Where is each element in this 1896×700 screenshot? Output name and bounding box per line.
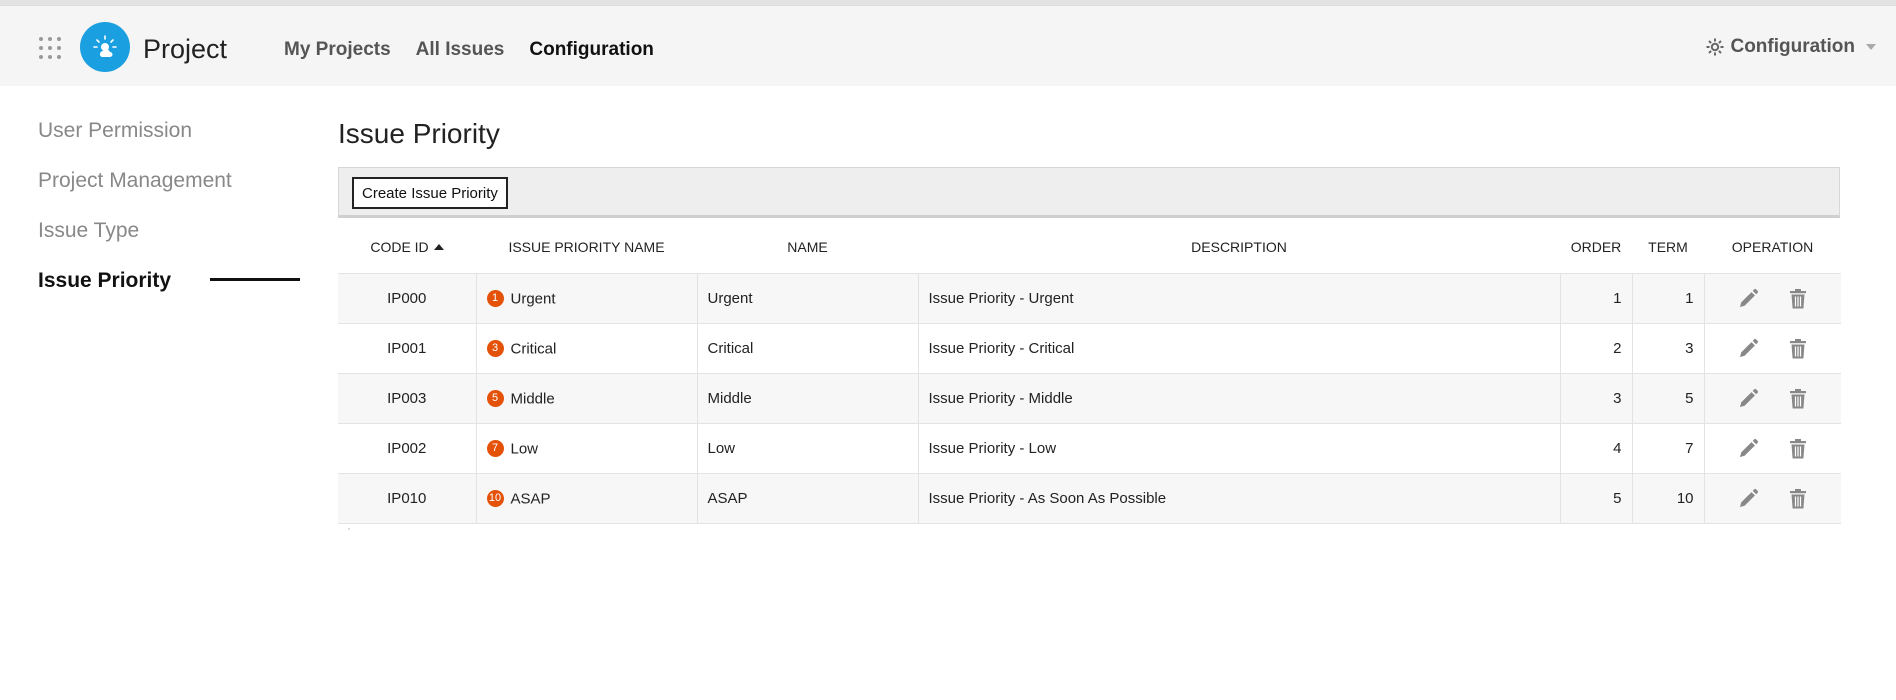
column-header-description[interactable]: DESCRIPTION [918,221,1560,274]
pencil-icon[interactable] [1736,287,1760,311]
table-row[interactable]: IP001 3 Critical Critical Issue Priority … [338,323,1841,374]
cloud-sun-logo-icon [93,35,117,57]
cell-code-id: IP002 [338,423,477,474]
table-row[interactable]: IP002 7 Low Low Issue Priority - Low 4 7 [338,423,1841,474]
nav-my-projects[interactable]: My Projects [284,39,391,61]
sidebar: User Permission Project Management Issue… [38,118,232,318]
column-header-order[interactable]: ORDER [1560,221,1632,274]
column-header-name[interactable]: NAME [697,221,918,274]
cell-operation [1704,323,1841,374]
cell-code-id: IP010 [338,473,477,524]
pencil-icon[interactable] [1736,487,1760,511]
cell-order: 3 [1560,373,1633,424]
cell-term: 3 [1632,323,1705,374]
sidebar-item-user-permission[interactable]: User Permission [38,118,232,168]
pencil-icon[interactable] [1736,437,1760,461]
app-title: Project [143,34,228,64]
cell-issue-priority-name: 7 Low [476,423,698,474]
sidebar-item-issue-priority[interactable]: Issue Priority [38,268,232,318]
cell-description: Issue Priority - Urgent [918,273,1561,324]
gear-icon [1706,38,1724,56]
sidebar-active-indicator [210,278,300,281]
cell-order: 1 [1560,273,1633,324]
column-header-term[interactable]: TERM [1632,221,1704,274]
cell-code-id: IP000 [338,273,477,324]
priority-name-label: ASAP [510,490,551,508]
table-header-row: CODE ID ISSUE PRIORITY NAME NAME DESCRIP… [338,221,1841,274]
trash-icon[interactable] [1786,387,1810,411]
sort-ascending-icon [433,244,444,250]
app-logo[interactable] [80,22,130,72]
decorative-dot [348,528,350,530]
cell-operation [1704,273,1841,324]
nav-all-issues[interactable]: All Issues [416,39,505,61]
chevron-down-icon [1866,44,1876,50]
pencil-icon[interactable] [1736,387,1760,411]
sidebar-item-project-management[interactable]: Project Management [38,168,232,218]
table-row[interactable]: IP010 10 ASAP ASAP Issue Priority - As So… [338,473,1841,524]
cell-name: Urgent [697,273,919,324]
cell-issue-priority-name: 1 Urgent [476,273,698,324]
cell-term: 1 [1632,273,1705,324]
table-toolbar: Create Issue Priority [338,167,1840,218]
cell-name: ASAP [697,473,919,524]
app-header: Project My Projects All Issues Configura… [0,5,1896,86]
sidebar-item-issue-type[interactable]: Issue Type [38,218,232,268]
priority-name-label: Low [510,440,539,458]
table-body: IP000 1 Urgent Urgent Issue Priority - Ur… [338,273,1841,524]
cell-description: Issue Priority - Critical [918,323,1561,374]
nav-configuration[interactable]: Configuration [529,39,654,61]
apps-grid-icon[interactable] [38,36,62,60]
configuration-menu-label: Configuration [1730,36,1855,57]
cell-description: Issue Priority - Low [918,423,1561,474]
priority-badge: 7 [486,439,504,457]
trash-icon[interactable] [1786,337,1810,361]
trash-icon[interactable] [1786,287,1810,311]
cell-name: Critical [697,323,919,374]
issue-priority-table: CODE ID ISSUE PRIORITY NAME NAME DESCRIP… [338,221,1841,524]
cell-issue-priority-name: 10 ASAP [476,473,698,524]
configuration-menu[interactable]: Configuration [1705,36,1876,58]
cell-operation [1704,373,1841,424]
column-header-issue-priority-name[interactable]: ISSUE PRIORITY NAME [476,221,697,274]
table-row[interactable]: IP000 1 Urgent Urgent Issue Priority - Ur… [338,273,1841,324]
cell-issue-priority-name: 5 Middle [476,373,698,424]
trash-icon[interactable] [1786,437,1810,461]
cell-order: 5 [1560,473,1633,524]
trash-icon[interactable] [1786,487,1810,511]
cell-description: Issue Priority - Middle [918,373,1561,424]
priority-name-label: Middle [510,390,555,408]
create-issue-priority-button[interactable]: Create Issue Priority [352,177,508,209]
page-title: Issue Priority [338,118,500,149]
cell-term: 7 [1632,423,1705,474]
priority-badge: 3 [486,339,504,357]
priority-badge: 5 [486,389,504,407]
cell-term: 10 [1632,473,1705,524]
cell-name: Middle [697,373,919,424]
top-nav: My Projects All Issues Configuration [284,39,654,61]
priority-name-label: Urgent [510,290,556,308]
cell-name: Low [697,423,919,474]
cell-description: Issue Priority - As Soon As Possible [918,473,1561,524]
cell-issue-priority-name: 3 Critical [476,323,698,374]
priority-badge: 1 [486,289,504,307]
cell-order: 4 [1560,423,1633,474]
table-row[interactable]: IP003 5 Middle Middle Issue Priority - Mi… [338,373,1841,424]
cell-code-id: IP001 [338,323,477,374]
priority-name-label: Critical [510,340,557,358]
priority-badge: 10 [486,489,504,507]
column-header-operation: OPERATION [1704,221,1841,274]
cell-order: 2 [1560,323,1633,374]
column-header-code-id[interactable]: CODE ID [338,221,476,274]
cell-operation [1704,473,1841,524]
cell-term: 5 [1632,373,1705,424]
cell-code-id: IP003 [338,373,477,424]
pencil-icon[interactable] [1736,337,1760,361]
cell-operation [1704,423,1841,474]
